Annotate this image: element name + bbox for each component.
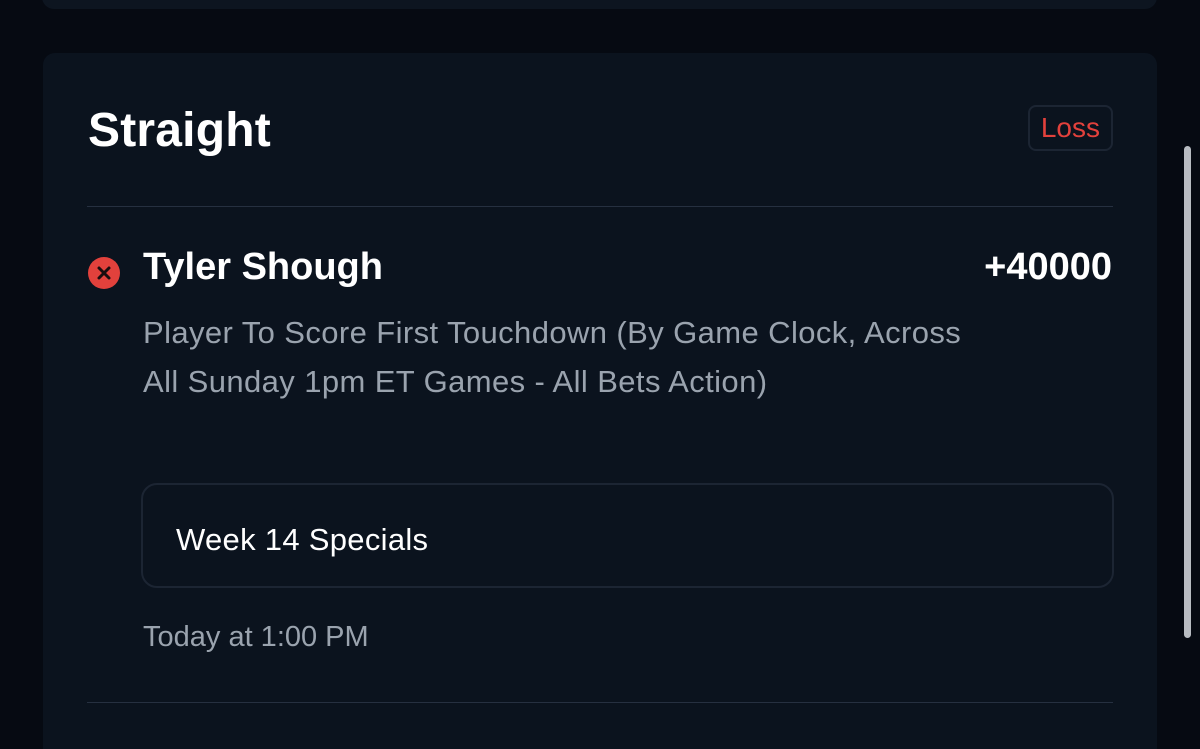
event-name: Week 14 Specials — [176, 522, 429, 557]
x-circle-icon — [88, 257, 120, 289]
bet-history-screen: Straight Loss Tyler Shough +40000 Player… — [0, 0, 1200, 749]
bet-card[interactable]: Straight Loss Tyler Shough +40000 Player… — [43, 53, 1157, 749]
bet-timestamp: Today at 1:00 PM — [143, 621, 369, 653]
divider — [87, 702, 1113, 703]
odds: +40000 — [984, 246, 1112, 288]
previous-bet-card[interactable] — [42, 0, 1157, 9]
selection-name: Tyler Shough — [143, 246, 383, 288]
bet-type-title: Straight — [88, 104, 271, 157]
status-badge: Loss — [1027, 105, 1113, 151]
market-description: Player To Score First Touchdown (By Game… — [143, 315, 962, 399]
scrollbar[interactable] — [1184, 146, 1191, 638]
event-box[interactable]: Week 14 Specials — [141, 483, 1114, 588]
divider — [87, 206, 1113, 207]
